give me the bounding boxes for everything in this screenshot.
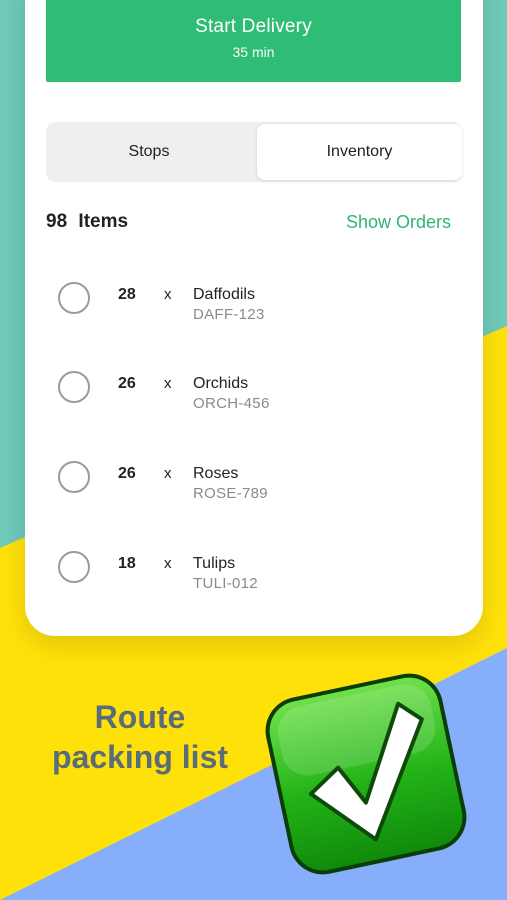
- list-item: 26 x Roses ROSE-789: [46, 461, 462, 531]
- item-quantity: 28: [118, 286, 136, 303]
- tab-inventory[interactable]: Inventory: [257, 124, 462, 180]
- item-sku: TULI-012: [193, 575, 258, 592]
- start-delivery-label: Start Delivery: [195, 16, 312, 37]
- delivery-duration: 35 min: [232, 44, 275, 60]
- caption-line-1: Route: [94, 699, 186, 735]
- segmented-control: Stops Inventory: [46, 122, 462, 182]
- radio-circle-icon[interactable]: [58, 282, 90, 314]
- items-count-number: 98: [46, 211, 68, 232]
- caption-line-2: packing list: [51, 739, 229, 775]
- item-name: Daffodils: [193, 286, 255, 303]
- item-quantity: 26: [118, 375, 136, 392]
- item-name: Roses: [193, 465, 239, 482]
- show-orders-link[interactable]: Show Orders: [346, 212, 451, 233]
- multiply-sign: x: [164, 286, 172, 303]
- item-sku: DAFF-123: [193, 306, 265, 323]
- tab-stops[interactable]: Stops: [46, 122, 252, 182]
- list-item: 18 x Tulips TULI-012: [46, 551, 462, 621]
- items-count: 98 Items: [46, 211, 128, 233]
- item-name: Orchids: [193, 375, 249, 392]
- multiply-sign: x: [164, 465, 172, 482]
- item-quantity: 18: [118, 555, 136, 572]
- radio-circle-icon[interactable]: [58, 551, 90, 583]
- promo-caption: Route packing list: [40, 697, 240, 777]
- radio-circle-icon[interactable]: [58, 461, 90, 493]
- item-sku: ROSE-789: [193, 485, 268, 502]
- check-mark-icon: [262, 670, 470, 878]
- start-delivery-button[interactable]: Start Delivery 35 min: [46, 0, 461, 82]
- list-item: 26 x Orchids ORCH-456: [46, 371, 462, 441]
- item-name: Tulips: [193, 555, 236, 572]
- item-quantity: 26: [118, 465, 136, 482]
- radio-circle-icon[interactable]: [58, 371, 90, 403]
- item-sku: ORCH-456: [193, 395, 270, 412]
- items-count-label: Items: [78, 211, 129, 232]
- multiply-sign: x: [164, 375, 172, 392]
- list-item: 28 x Daffodils DAFF-123: [46, 282, 462, 352]
- multiply-sign: x: [164, 555, 172, 572]
